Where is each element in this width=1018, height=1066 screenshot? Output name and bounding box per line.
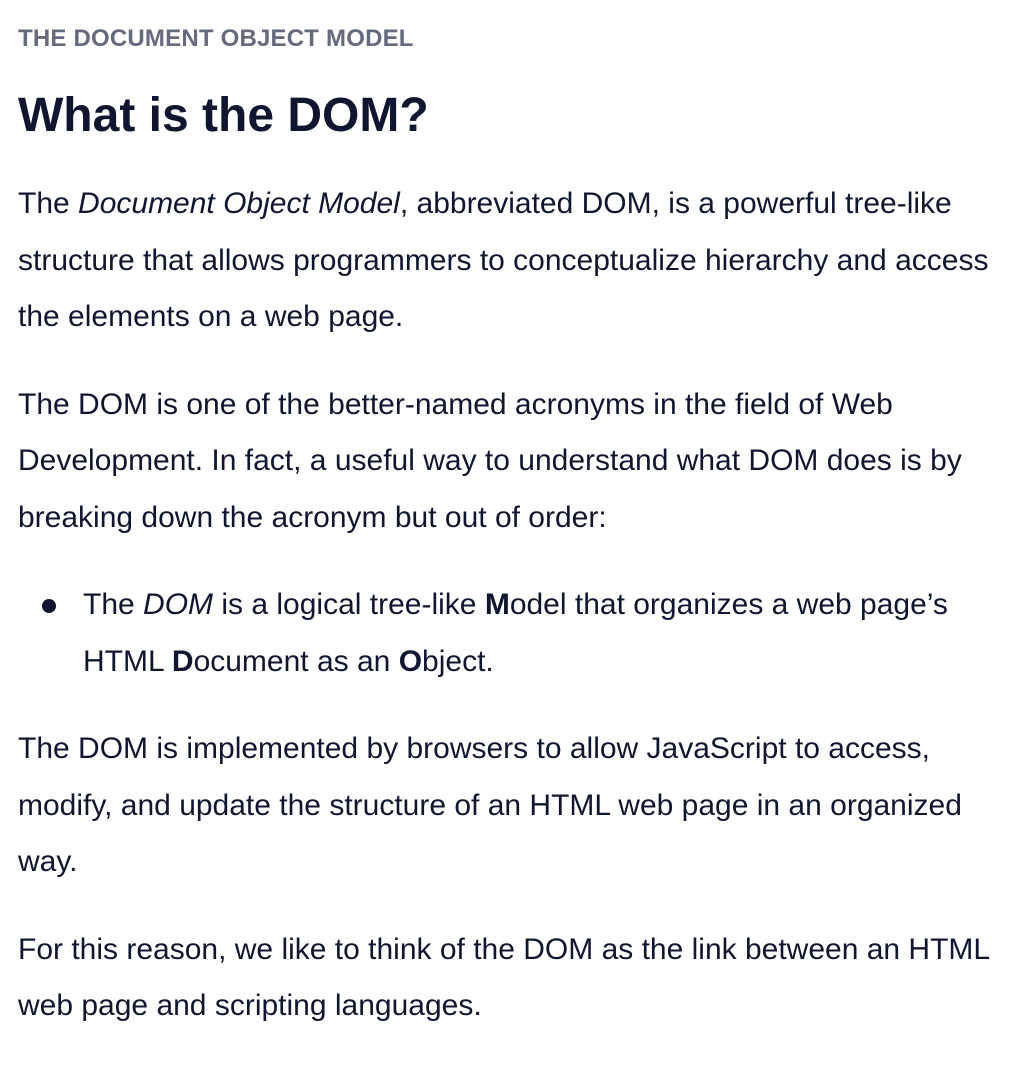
text-run: bject.: [422, 644, 494, 678]
list-item: The DOM is a logical tree-like Model tha…: [42, 577, 1000, 690]
page-title: What is the DOM?: [18, 89, 429, 142]
bold-letter: M: [484, 588, 510, 621]
bullet-list: The DOM is a logical tree-like Model tha…: [18, 577, 1000, 690]
paragraph-conclusion: For this reason, we like to think of the…: [18, 932, 989, 1023]
emphasis-term: Document Object Model: [78, 187, 400, 220]
section-eyebrow: THE DOCUMENT OBJECT MODEL: [18, 25, 414, 52]
paragraph-acronym: The DOM is one of the better-named acron…: [18, 387, 962, 534]
text-run: is a logical tree-like: [213, 588, 485, 621]
paragraph-implementation: The DOM is implemented by browsers to al…: [18, 732, 962, 878]
text-run: The: [18, 187, 79, 220]
article-body: The Document Object Model, abbreviated D…: [18, 176, 1000, 1066]
bold-letter: O: [398, 644, 423, 678]
text-run: The: [83, 588, 144, 621]
emphasis-term: DOM: [143, 588, 214, 621]
text-run: ocument as an: [193, 644, 399, 678]
bullet-dot-icon: [42, 599, 56, 613]
paragraph-intro: The Document Object Model, abbreviated D…: [18, 176, 1000, 346]
bold-letter: D: [171, 644, 194, 678]
